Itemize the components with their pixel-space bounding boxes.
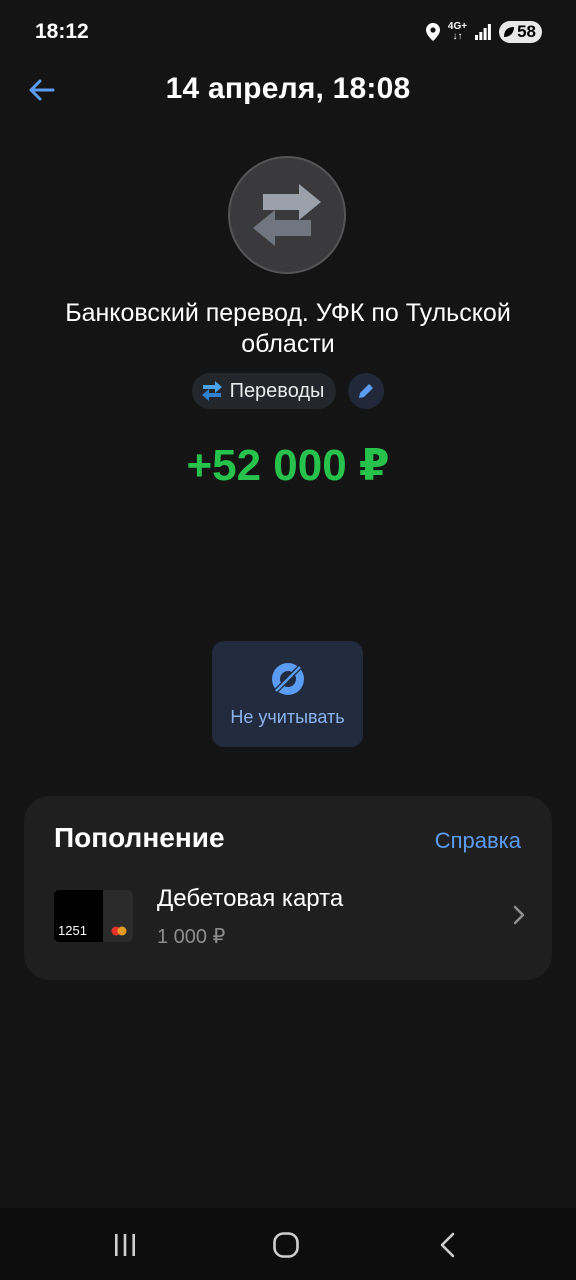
eye-off-icon [271,663,304,695]
card-last-digits: 1251 [58,923,87,938]
chevron-right-icon [513,905,525,925]
network-indicator: 4G+ ↓↑ [448,22,467,42]
account-row[interactable]: 1251 Дебетовая карта 1 000 ₽ [24,882,552,952]
header: 14 апреля, 18:08 [0,64,576,118]
location-icon [425,23,440,41]
category-chip[interactable]: Переводы [191,373,337,409]
status-bar: 18:12 4G+ ↓↑ 58 [0,0,576,64]
leaf-icon [504,27,515,37]
section-title: Пополнение [54,822,225,853]
pencil-icon [359,384,374,398]
merchant-name: Банковский перевод. УФК по Тульской обла… [65,299,511,358]
home-icon[interactable] [271,1232,301,1258]
edit-category-button[interactable] [348,373,385,409]
top-up-section: Пополнение Справка 1251 Дебетовая карта … [24,796,552,980]
battery-indicator: 58 [499,21,542,43]
battery-level: 58 [517,22,536,41]
category-label: Переводы [229,379,325,402]
page-title: 14 апреля, 18:08 [165,72,411,105]
status-icons: 4G+ ↓↑ 58 [425,20,542,44]
status-time: 18:12 [35,20,89,43]
account-balance: 1 000 ₽ [157,926,226,948]
navigation-bar [0,1208,576,1280]
card-thumbnail: 1251 [54,890,133,942]
mastercard-logo-icon [111,926,127,936]
ignore-label: Не учитывать [230,707,345,727]
transfer-category-icon [201,381,222,401]
back-nav-icon[interactable] [434,1232,464,1258]
recent-apps-icon[interactable] [110,1232,140,1258]
data-arrows-icon: ↓↑ [452,31,463,42]
signal-icon [475,24,491,40]
transaction-amount: +52 000 ₽ [186,441,390,490]
help-link[interactable]: Справка [435,828,521,854]
transfer-arrows-icon [253,184,321,246]
transaction-avatar [228,156,346,274]
ignore-button[interactable]: Не учитывать [212,641,363,747]
category-row: Переводы [0,373,576,409]
account-name: Дебетовая карта [157,885,344,912]
